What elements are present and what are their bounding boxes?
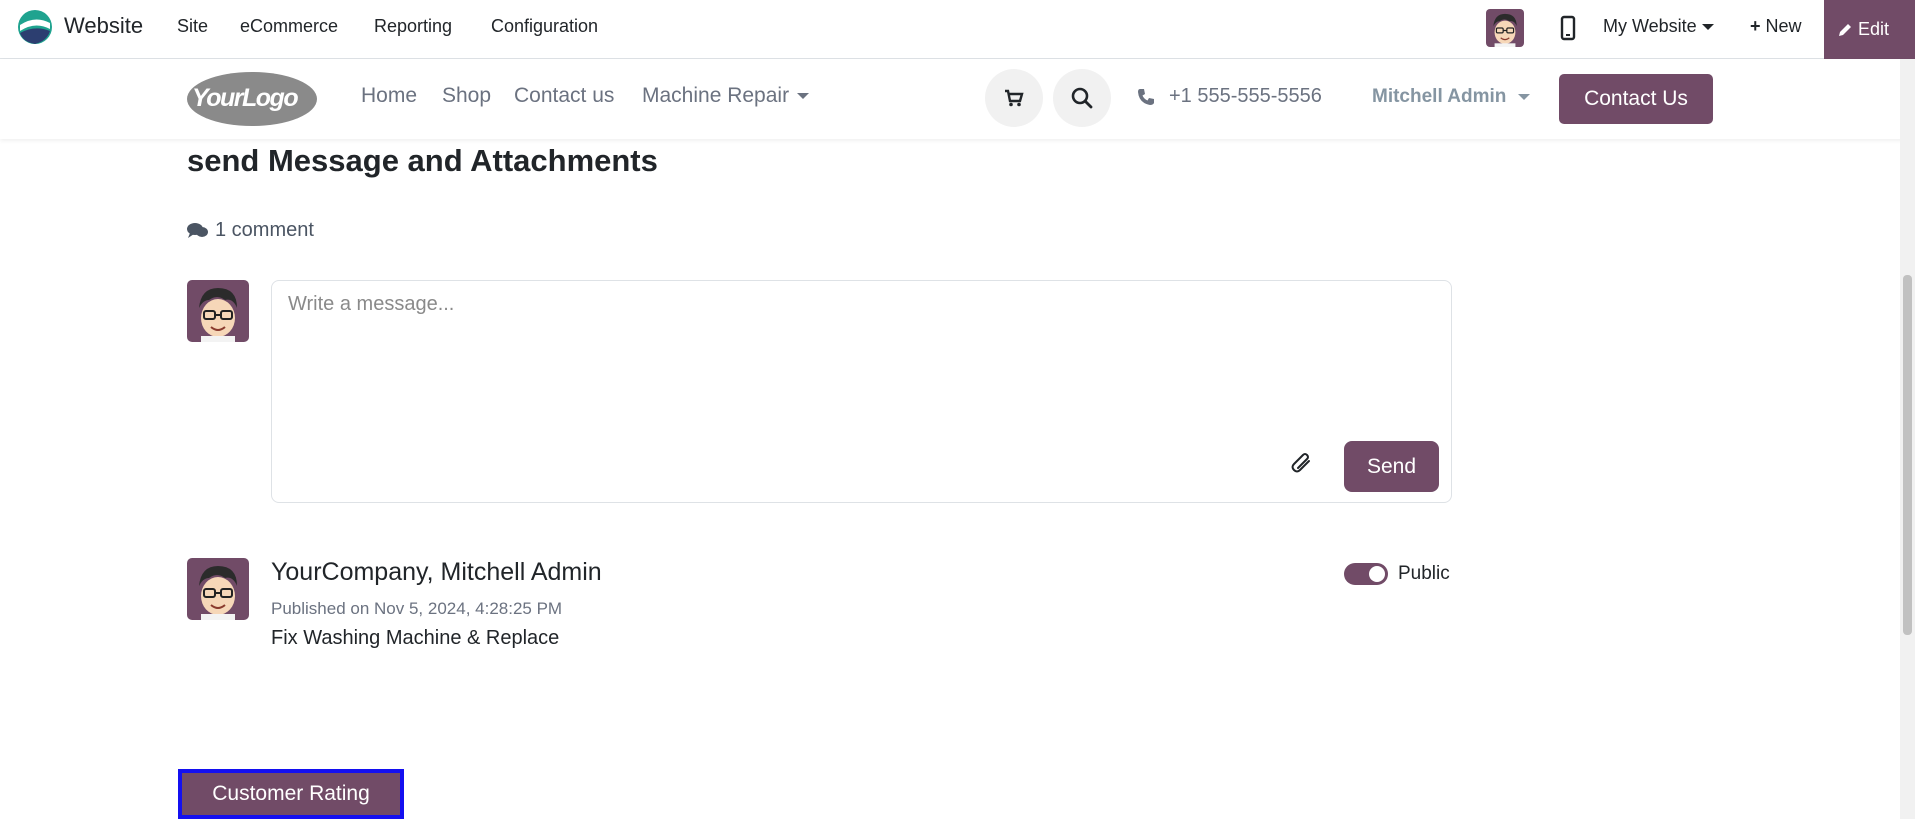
mobile-preview-icon[interactable] [1558,14,1578,42]
pencil-icon [1839,23,1851,36]
phone-link[interactable]: +1 555-555-5556 [1137,85,1322,108]
composer-avatar [187,280,249,342]
app-name[interactable]: Website [64,13,143,39]
message-author-avatar [187,558,249,620]
scrollbar-thumb[interactable] [1903,275,1912,635]
menu-ecommerce[interactable]: eCommerce [240,16,338,37]
search-button[interactable] [1053,69,1111,127]
edit-button[interactable]: Edit [1824,0,1915,59]
comment-count-text: 1 comment [215,219,314,241]
chevron-down-icon [1701,24,1714,31]
customer-rating-button[interactable]: Customer Rating [178,769,404,819]
menu-configuration[interactable]: Configuration [491,16,598,37]
my-website-label: My Website [1603,16,1697,36]
send-button[interactable]: Send [1344,441,1439,492]
nav-shop[interactable]: Shop [442,84,491,108]
website-header: YourLogo Home Shop Contact us Machine Re… [0,59,1915,139]
cart-button[interactable] [985,69,1043,127]
plus-icon: + [1750,16,1761,36]
site-logo[interactable]: YourLogo [186,71,318,127]
new-button[interactable]: + New [1750,16,1802,37]
message-composer [271,280,1452,503]
nav-machine-repair[interactable]: Machine Repair [642,84,810,108]
public-label: Public [1398,563,1450,584]
message-author: YourCompany, Mitchell Admin [271,558,602,586]
phone-number: +1 555-555-5556 [1169,85,1322,107]
nav-home[interactable]: Home [361,84,417,108]
search-icon [1071,87,1093,109]
menu-site[interactable]: Site [177,16,208,37]
new-label: New [1765,16,1802,36]
nav-machine-repair-label: Machine Repair [642,84,790,107]
logo-text: YourLogo [192,84,299,112]
comments-icon [187,222,208,238]
cart-icon [1005,89,1024,107]
user-dropdown[interactable]: Mitchell Admin [1372,86,1531,108]
nav-contact-us[interactable]: Contact us [514,84,614,108]
chevron-down-icon [797,93,810,100]
public-toggle[interactable] [1344,563,1388,585]
user-avatar[interactable] [1486,9,1524,47]
page-title: send Message and Attachments [187,143,658,178]
message-date: Published on Nov 5, 2024, 4:28:25 PM [271,599,563,618]
phone-icon [1138,88,1154,105]
edit-label: Edit [1858,19,1890,39]
my-website-dropdown[interactable]: My Website [1603,16,1714,37]
chevron-down-icon [1518,93,1531,100]
admin-topbar: Website Site eCommerce Reporting Configu… [0,0,1915,59]
message-input[interactable] [272,281,1451,431]
contact-us-button[interactable]: Contact Us [1559,74,1713,124]
menu-reporting[interactable]: Reporting [374,16,452,37]
comment-count: 1 comment [187,219,314,242]
paperclip-icon[interactable] [1290,450,1316,476]
page-scrollbar[interactable] [1900,59,1915,819]
message-body: Fix Washing Machine & Replace [271,627,560,649]
website-app-icon[interactable] [17,9,53,45]
user-name: Mitchell Admin [1372,86,1507,107]
